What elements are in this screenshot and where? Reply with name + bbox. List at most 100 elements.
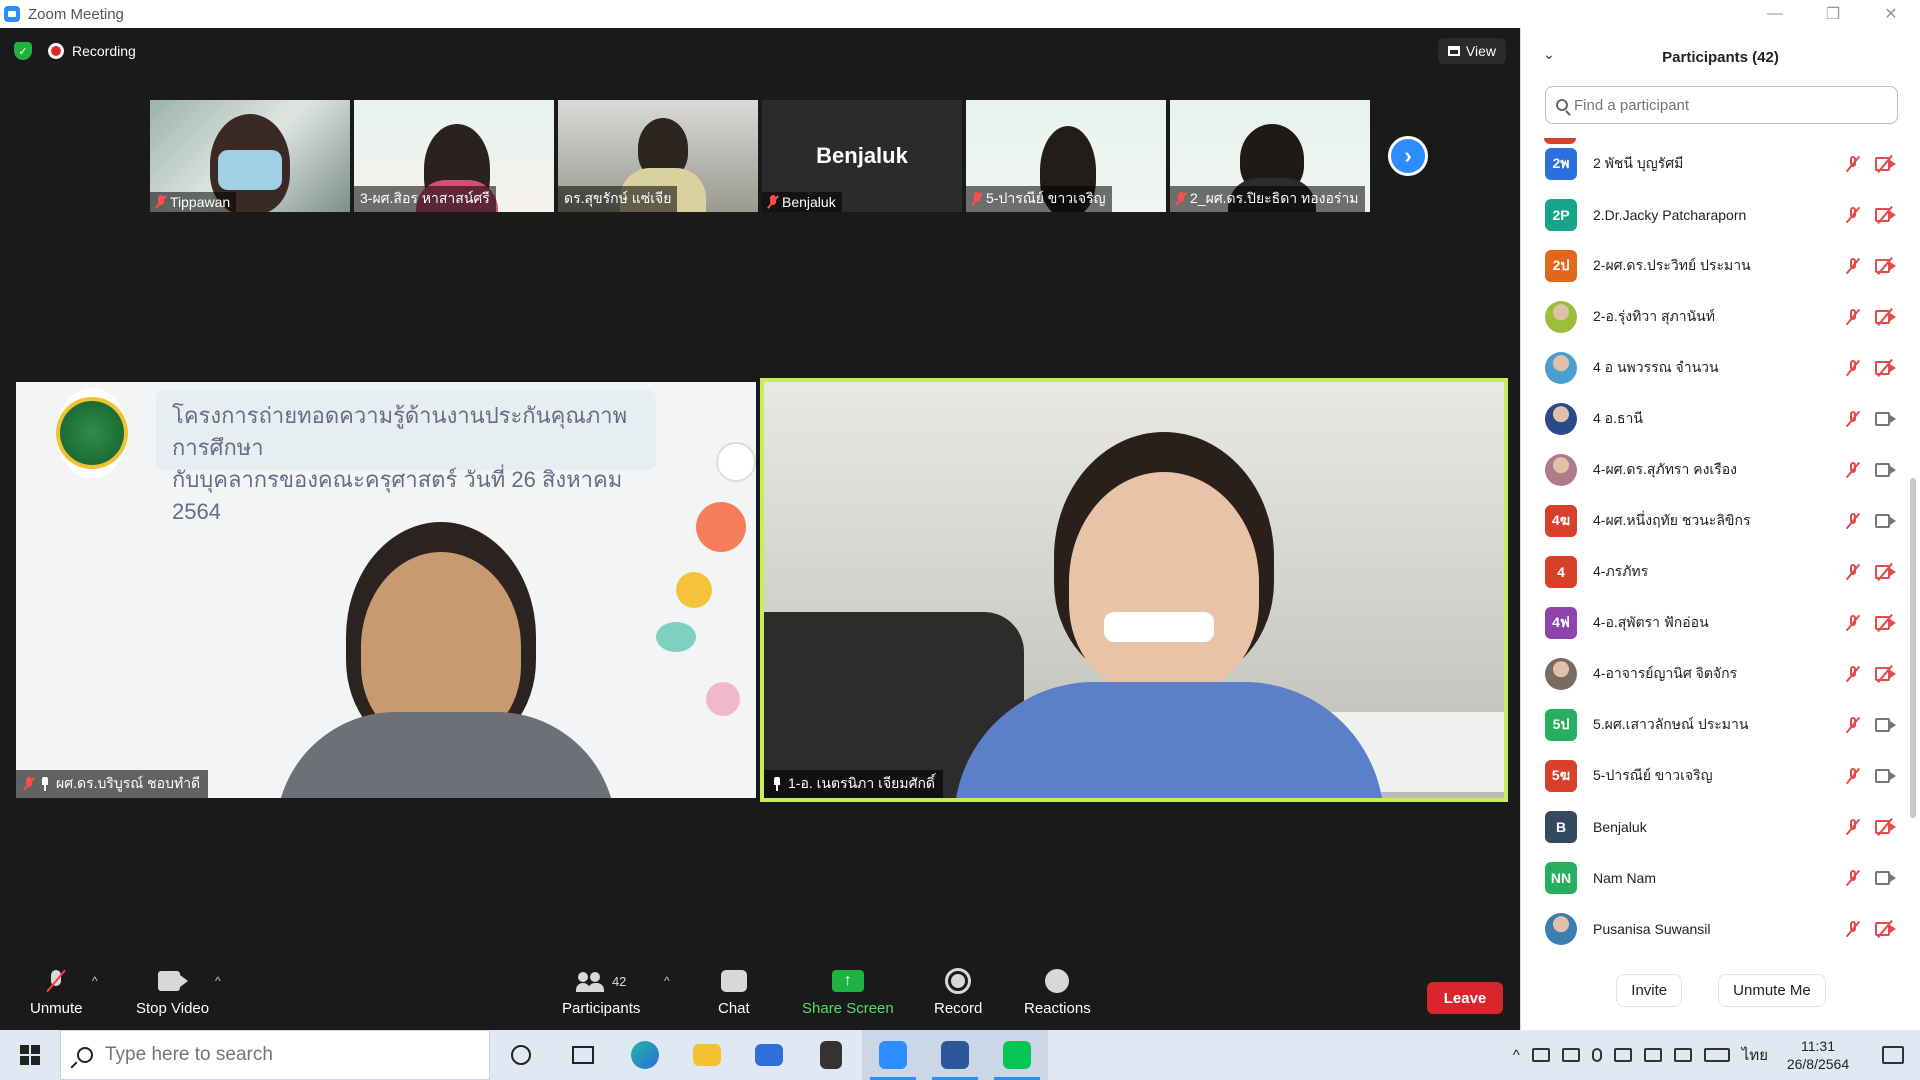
avatar: NN <box>1545 861 1577 894</box>
chat-button[interactable]: Chat <box>718 966 750 1017</box>
participant-row[interactable]: 4-ผศ.ดร.สุภัทรา คงเรือง <box>1521 444 1905 495</box>
thumbnail-video[interactable]: 2_ผศ.ดร.ปิยะธิดา ทองอร่าม <box>1170 100 1370 212</box>
stop-video-button[interactable]: Stop Video <box>136 966 209 1017</box>
avatar: 4 <box>1545 555 1577 588</box>
participants-button[interactable]: 42 Participants <box>562 966 640 1017</box>
notes-app[interactable] <box>800 1030 862 1080</box>
video-camera-icon <box>1875 463 1897 477</box>
muted-mic-icon <box>1847 614 1859 632</box>
zoom-app-taskbar[interactable] <box>862 1030 924 1080</box>
recording-indicator[interactable]: Recording <box>48 43 136 59</box>
thumbnail-video[interactable]: 5-ปารณีย์ ขาวเจริญ <box>966 100 1166 212</box>
cortana-button[interactable] <box>490 1030 552 1080</box>
participant-row[interactable]: 4 อ นพวรรณ จำนวน <box>1521 342 1905 393</box>
participant-row[interactable]: 2ป 2-ผศ.ดร.ประวิทย์ ประมาน <box>1521 240 1905 291</box>
muted-mic-icon <box>1847 308 1859 326</box>
muted-mic-icon <box>972 192 982 206</box>
participant-row[interactable]: Pusanisa Suwansil <box>1521 903 1905 954</box>
word-app[interactable] <box>924 1030 986 1080</box>
start-button[interactable] <box>0 1030 60 1080</box>
thumbnail-video[interactable]: Tippawan <box>150 100 350 212</box>
view-button[interactable]: View <box>1437 38 1506 64</box>
taskbar-search[interactable] <box>60 1030 490 1080</box>
reactions-button[interactable]: Reactions <box>1024 966 1091 1017</box>
participant-list[interactable]: 2พ 2 พัชนี บุญรัศมี 2P 2.Dr.Jacky Patcharap… <box>1521 138 1905 968</box>
video-camera-icon <box>1875 769 1897 783</box>
clock[interactable]: 11:31 26/8/2564 <box>1780 1037 1856 1073</box>
main-video-right-active-speaker[interactable]: 1-อ. เนตรนิภา เจียมศักดิ์ <box>760 378 1508 802</box>
chevron-down-icon[interactable]: ⌄ <box>1543 46 1555 63</box>
unmute-me-button[interactable]: Unmute Me <box>1718 974 1826 1007</box>
video-off-icon <box>1875 613 1897 633</box>
invite-button[interactable]: Invite <box>1616 974 1683 1007</box>
taskbar-search-input[interactable] <box>105 1044 405 1066</box>
pin-icon <box>40 777 50 791</box>
restore-icon[interactable]: ❐ <box>1804 0 1862 28</box>
participant-row[interactable]: 2-อ.รุ่งทิวา สุภานันท์ <box>1521 291 1905 342</box>
avatar <box>1545 351 1577 384</box>
participant-row[interactable]: 4 อ.ธานี <box>1521 393 1905 444</box>
participant-smile <box>1104 612 1214 642</box>
tray-app-icon[interactable] <box>1531 1048 1550 1062</box>
participant-row[interactable]: NN Nam Nam <box>1521 852 1905 903</box>
zoom-logo-icon <box>4 6 20 22</box>
participant-row[interactable]: 4ฆ 4-ผศ.หนึ่งฤทัย ชวนะลิขิกร <box>1521 495 1905 546</box>
participant-status-icons <box>1847 256 1897 276</box>
thumbnail-video[interactable]: 3-ผศ.สิอร หาสาสน์ศรี <box>354 100 554 212</box>
tray-app-icon[interactable] <box>1561 1048 1580 1062</box>
participant-row[interactable]: B Benjaluk <box>1521 801 1905 852</box>
video-camera-icon <box>1875 412 1897 426</box>
record-button[interactable]: Record <box>934 966 982 1017</box>
close-icon[interactable]: ✕ <box>1862 0 1920 28</box>
search-icon <box>1556 99 1568 111</box>
unmute-button[interactable]: Unmute <box>30 966 83 1017</box>
thumbnail-video[interactable]: ดร.สุขรักษ์ แซ่เจีย <box>558 100 758 212</box>
participant-row[interactable]: 5ฆ 5-ปารณีย์ ขาวเจริญ <box>1521 750 1905 801</box>
thumbnail-video[interactable]: Benjaluk Benjaluk <box>762 100 962 212</box>
participant-row[interactable]: 4-อาจารย์ญานิศ จิตจักร <box>1521 648 1905 699</box>
network-icon[interactable] <box>1673 1048 1692 1062</box>
record-icon <box>945 968 972 994</box>
minimize-icon[interactable]: — <box>1746 0 1804 28</box>
battery-icon[interactable] <box>1643 1048 1662 1062</box>
share-screen-button[interactable]: ↑ Share Screen <box>802 966 894 1017</box>
panel-header: ⌄ Participants (42) <box>1521 28 1920 86</box>
video-options-chevron-icon[interactable]: ^ <box>215 974 221 988</box>
participant-row[interactable]: 2พ 2 พัชนี บุญรัศมี <box>1521 138 1905 189</box>
participant-row[interactable]: 2P 2.Dr.Jacky Patcharaporn <box>1521 189 1905 240</box>
language-indicator[interactable]: ไทย <box>1742 1043 1768 1067</box>
chevron-up-icon[interactable]: ^ <box>1513 1047 1520 1064</box>
muted-mic-icon <box>1847 767 1859 785</box>
share-screen-icon: ↑ <box>831 970 864 992</box>
file-explorer-app[interactable] <box>676 1030 738 1080</box>
leave-button[interactable]: Leave <box>1427 982 1503 1014</box>
line-app[interactable] <box>986 1030 1048 1080</box>
participant-status-icons <box>1847 154 1897 174</box>
video-off-icon <box>1875 664 1897 684</box>
main-video-left[interactable]: โครงการถ่ายทอดความรู้ด้านงานประกันคุณภาพ… <box>16 382 756 798</box>
view-label: View <box>1465 43 1496 59</box>
participant-status-icons <box>1847 307 1897 327</box>
participants-options-chevron-icon[interactable]: ^ <box>664 974 670 988</box>
keyboard-icon[interactable] <box>1703 1048 1730 1062</box>
microphone-icon[interactable] <box>1591 1048 1602 1062</box>
participant-row[interactable]: 5ป 5.ผศ.เสาวลักษณ์ ประมาน <box>1521 699 1905 750</box>
video-off-icon <box>1875 817 1897 837</box>
task-view-icon <box>572 1046 594 1064</box>
audio-options-chevron-icon[interactable]: ^ <box>92 974 98 988</box>
participant-row[interactable]: 4 4-ภรภัทร <box>1521 546 1905 597</box>
shield-icon[interactable]: ✓ <box>14 42 32 60</box>
security-icon[interactable] <box>1613 1048 1632 1062</box>
chat-bubble-icon <box>720 970 747 992</box>
participant-search[interactable] <box>1545 86 1898 124</box>
mail-app[interactable] <box>738 1030 800 1080</box>
scrollbar[interactable] <box>1910 478 1916 818</box>
notification-icon[interactable] <box>1882 1046 1904 1064</box>
search-input[interactable] <box>1574 96 1874 114</box>
participant-clothes <box>276 712 616 798</box>
next-page-button[interactable]: › <box>1388 136 1428 176</box>
edge-app[interactable] <box>614 1030 676 1080</box>
task-view-button[interactable] <box>552 1030 614 1080</box>
muted-mic-icon <box>1847 920 1859 938</box>
participant-row[interactable]: 4ฟ 4-อ.สุพัตรา ฟักอ่อน <box>1521 597 1905 648</box>
